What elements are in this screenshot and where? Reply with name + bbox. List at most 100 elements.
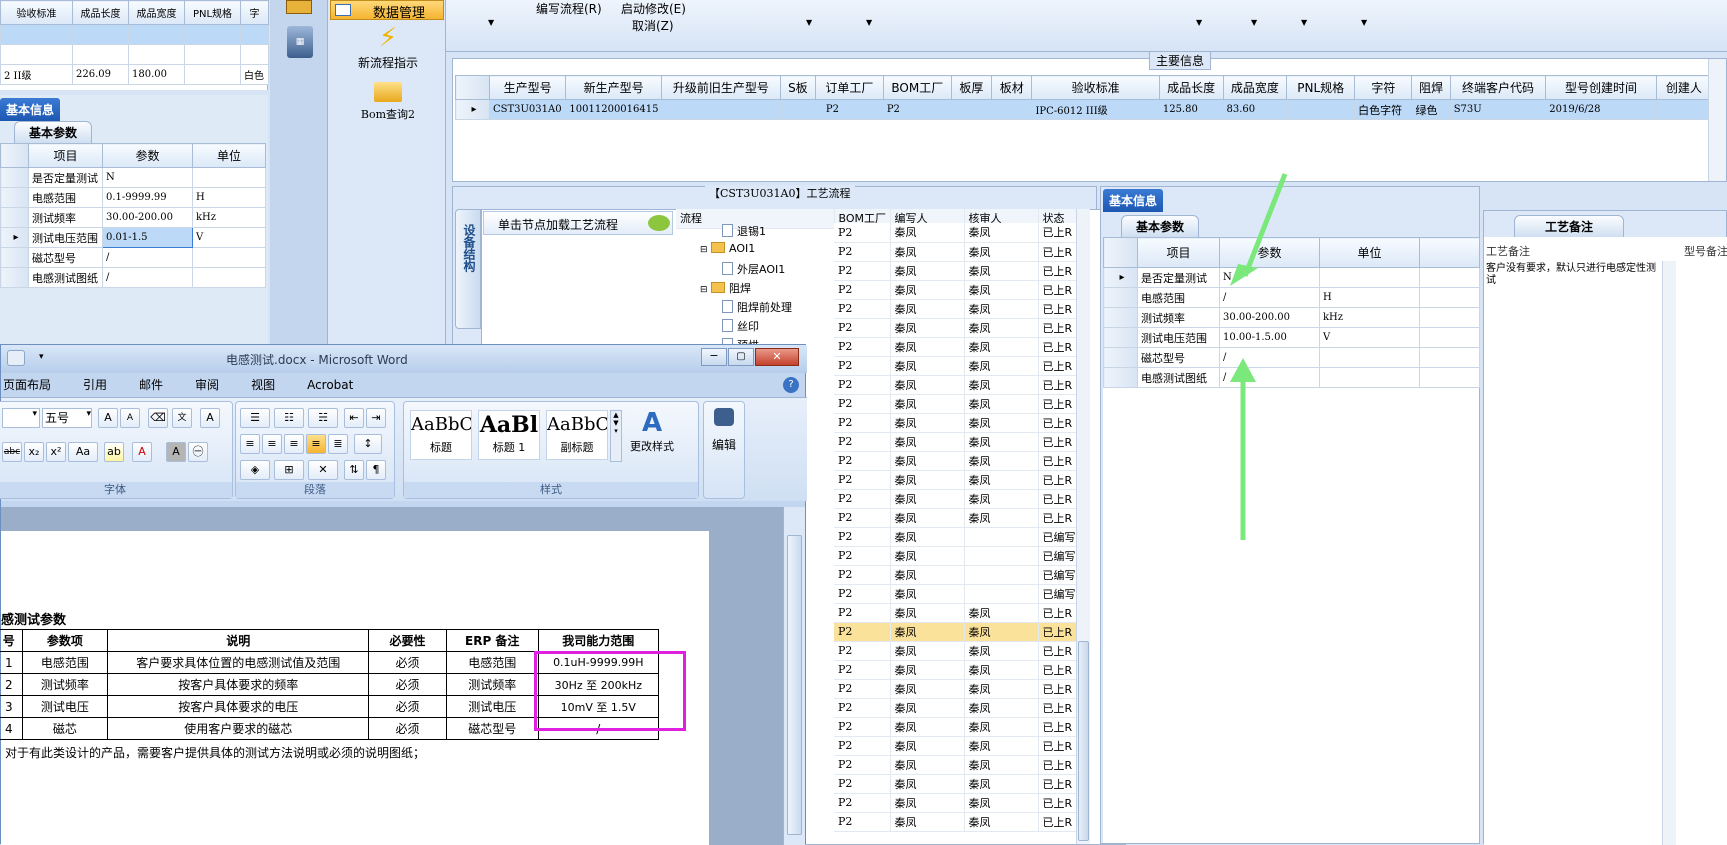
col-header[interactable]: 板厚 [950, 75, 993, 100]
shrink-font-icon[interactable]: A [120, 408, 140, 428]
table-row[interactable]: P2 秦凤 秦凤 已上R [834, 432, 1090, 452]
grid-icon[interactable] [286, 0, 312, 14]
col-header[interactable]: 订单工厂 [814, 75, 884, 100]
multilevel-list-icon[interactable]: ☵ [308, 408, 338, 428]
style-title[interactable]: AaBbC 标题 [410, 410, 472, 460]
char-border-icon[interactable]: A [200, 408, 220, 428]
phonetic-icon[interactable]: 文 [172, 408, 192, 428]
numbering-icon[interactable]: ☷ [274, 408, 304, 428]
table-row[interactable]: P2 秦凤 秦凤 已上R [834, 622, 1090, 642]
col-header[interactable]: 成品宽度 [1222, 75, 1288, 100]
table-row[interactable]: P2 秦凤 秦凤 已上R [834, 679, 1090, 699]
font-size-dropdown[interactable]: 五号 ▾ [42, 408, 92, 428]
table-row[interactable]: P2 秦凤 秦凤 已上R [834, 774, 1090, 794]
table-row[interactable]: P2 秦凤 秦凤 已上R [834, 261, 1090, 281]
table-row[interactable]: P2 秦凤 秦凤 已上R [834, 356, 1090, 376]
device-structure-tab[interactable]: 设备结构 [455, 209, 481, 329]
edit-flow-button[interactable]: 编写流程(R) [536, 0, 602, 17]
col-header[interactable]: 字符 [1354, 75, 1413, 100]
vertical-scrollbar[interactable] [1708, 59, 1726, 181]
col-header[interactable]: 项目 [28, 143, 103, 168]
table-row[interactable]: ▸ 测试电压范围 0.01-1.5 V [0, 227, 266, 248]
table-row[interactable]: P2 秦凤 秦凤 已上R [834, 280, 1090, 300]
table-row[interactable]: P2 秦凤 已编写 [834, 527, 1090, 547]
col-header[interactable]: 验收标准 [0, 0, 73, 25]
col-header[interactable]: 新生产型号 [565, 75, 662, 100]
table-row[interactable]: ▸ CST3U031A0 10011200016415 P2 P2 IPC-6012… [455, 99, 1713, 120]
col-header[interactable]: 验收标准 [1031, 75, 1160, 100]
table-row[interactable]: P2 秦凤 秦凤 已上R [834, 470, 1090, 490]
scroll-thumb[interactable] [787, 535, 802, 835]
calculator-icon[interactable]: ▦ [287, 26, 313, 58]
table-row[interactable]: P2 秦凤 秦凤 已上R [834, 717, 1090, 737]
close-button[interactable]: ✕ [755, 348, 799, 366]
font-name-dropdown[interactable]: ▾ [2, 408, 40, 428]
table-row[interactable]: 测试频率 30.00-200.00 kHz [0, 207, 266, 228]
borders-icon[interactable]: ⊞ [274, 460, 304, 480]
tree-node[interactable]: 退锡1 [676, 223, 834, 242]
dropdown-arrow-icon[interactable]: ▼ [1301, 18, 1307, 27]
doc-scrollbar[interactable] [783, 507, 805, 845]
tab-review[interactable]: 审阅 [179, 373, 235, 397]
change-styles-button[interactable]: A 更改样式 [626, 408, 678, 472]
table-row[interactable]: P2 秦凤 秦凤 已上R [834, 337, 1090, 357]
dropdown-arrow-icon[interactable]: ▼ [488, 18, 494, 27]
increase-indent-icon[interactable]: ⇥ [366, 408, 386, 428]
left-basic-info-tab[interactable]: 基本信息 [0, 98, 61, 121]
col-header[interactable]: 成品长度 [72, 0, 129, 25]
dropdown-arrow-icon[interactable]: ▼ [1361, 18, 1367, 27]
superscript-icon[interactable]: x² [46, 442, 66, 462]
help-icon[interactable]: ? [783, 377, 799, 393]
table-row[interactable]: P2 秦凤 秦凤 已上R [834, 755, 1090, 775]
dropdown-arrow-icon[interactable]: ▼ [806, 18, 812, 27]
table-row[interactable]: P2 秦凤 秦凤 已上R [834, 223, 1090, 243]
flow-vertical-scrollbar[interactable] [1076, 209, 1090, 844]
table-row[interactable]: P2 秦凤 已编写 [834, 546, 1090, 566]
col-header[interactable]: 单位 [1319, 237, 1420, 268]
table-row[interactable]: 是否定量测试 N [0, 167, 266, 188]
shading-icon[interactable]: ◈ [240, 460, 270, 480]
table-row[interactable]: P2 秦凤 已编写 [834, 584, 1090, 604]
tab-page-layout[interactable]: 页面布局 [1, 373, 67, 397]
load-flow-button[interactable]: 单击节点加载工艺流程 [483, 211, 673, 235]
minimize-button[interactable]: − [701, 348, 727, 366]
show-marks-icon[interactable]: ¶ [366, 460, 386, 480]
table-row[interactable]: P2 秦凤 秦凤 已上R [834, 641, 1090, 661]
change-case-icon[interactable]: Aa [68, 442, 98, 462]
col-header[interactable]: 字 [240, 0, 269, 25]
styles-scroll[interactable]: ▲ ▼ ▾ [610, 410, 622, 462]
table-row[interactable]: P2 秦凤 秦凤 已上R [834, 489, 1090, 509]
table-row[interactable]: P2 秦凤 秦凤 已上R [834, 812, 1090, 832]
highlight-icon[interactable]: ab [104, 442, 124, 462]
col-header[interactable]: S板 [779, 75, 816, 100]
table-row[interactable]: P2 秦凤 秦凤 已上R [834, 413, 1090, 433]
tree-node[interactable]: ⊟ AOI1 [676, 242, 834, 261]
table-row[interactable]: P2 秦凤 秦凤 已上R [834, 242, 1090, 262]
sort-icon[interactable]: ⇅ [344, 460, 364, 480]
col-header[interactable]: PNL规格 [1286, 75, 1356, 100]
col-header[interactable]: 成品长度 [1158, 75, 1224, 100]
note-text[interactable]: 客户没有要求，默认只进行电感定性测试 [1486, 263, 1656, 287]
col-header[interactable]: 升级前旧生产型号 [660, 75, 781, 100]
line-spacing-icon[interactable]: ↕ [354, 434, 382, 454]
enclose-char-icon[interactable]: ㊀ [188, 442, 208, 462]
chinese-layout-icon[interactable]: ✕ [308, 460, 338, 480]
col-header[interactable]: 单位 [192, 143, 266, 168]
tree-node[interactable]: 外层AOI1 [676, 261, 834, 280]
table-row[interactable]: 磁芯型号 / [0, 247, 266, 268]
note-tab[interactable]: 工艺备注 [1514, 215, 1625, 238]
maximize-button[interactable]: ▢ [728, 348, 754, 366]
quick-access-dropdown-icon[interactable]: ▾ [39, 352, 44, 362]
col-header[interactable]: 成品宽度 [128, 0, 185, 25]
strikethrough-icon[interactable]: abc [2, 442, 22, 462]
start-modify-button[interactable]: 启动修改(E) [621, 0, 686, 17]
table-row[interactable]: P2 秦凤 秦凤 已上R [834, 603, 1090, 623]
dropdown-arrow-icon[interactable]: ▼ [1251, 18, 1257, 27]
left-basic-params-tab[interactable]: 基本参数 [14, 121, 93, 144]
col-header[interactable]: 型号创建时间 [1545, 75, 1657, 100]
align-center-icon[interactable]: ≡ [262, 434, 282, 454]
new-flow-button[interactable]: ⚡ 新流程指示 [338, 22, 438, 74]
tab-view[interactable]: 视图 [235, 373, 291, 397]
tab-references[interactable]: 引用 [67, 373, 123, 397]
style-subtitle[interactable]: AaBbC 副标题 [546, 410, 608, 460]
